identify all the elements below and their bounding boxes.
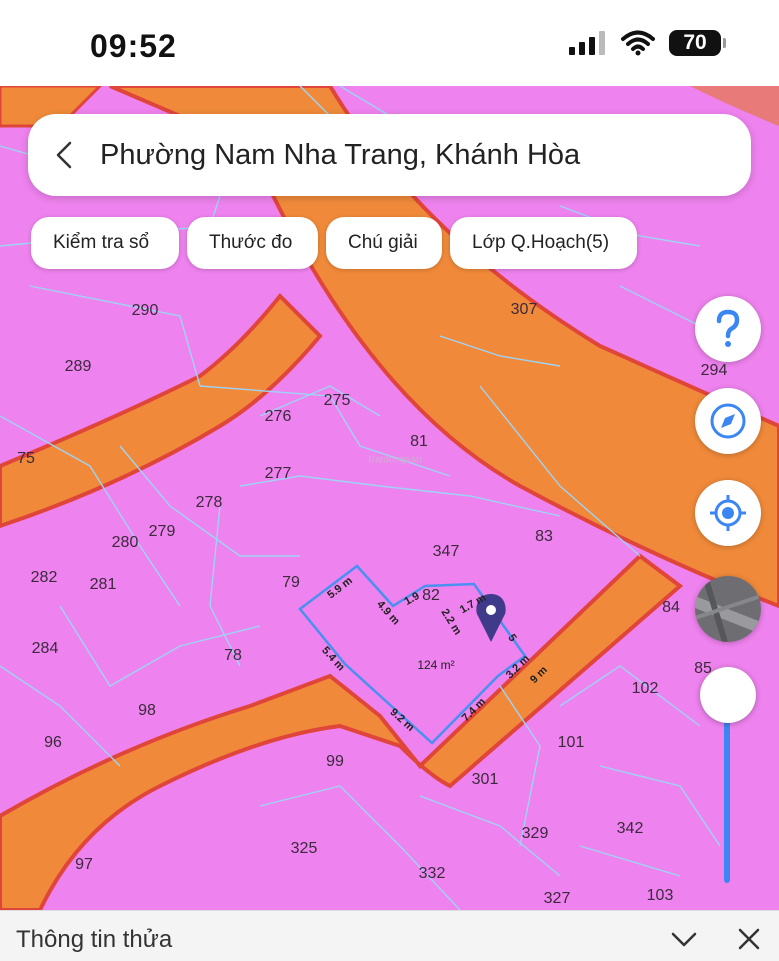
parcel-number: 342 [616, 820, 644, 837]
parcel-number: 102 [631, 680, 659, 697]
parcel-area: 124 m² [417, 658, 455, 672]
parcel-number: 325 [290, 840, 318, 857]
parcel-number: 332 [418, 865, 446, 882]
parcel-number: 84 [662, 599, 680, 616]
parcel-info-sheet[interactable]: Thông tin thửa [0, 910, 779, 961]
search-bar[interactable]: Phường Nam Nha Trang, Khánh Hòa [28, 114, 751, 196]
parcel-number: 290 [131, 302, 159, 319]
parcel-number: 278 [195, 494, 223, 511]
satellite-thumbnail-icon [695, 576, 761, 642]
parcel-number: 284 [31, 640, 59, 657]
location-title: Phường Nam Nha Trang, Khánh Hòa [100, 138, 581, 171]
status-bar: 09:52 70 [0, 0, 779, 86]
parcel-number: 101 [557, 734, 585, 751]
planning-layers-chip[interactable]: Lớp Q.Hoạch(5) [450, 217, 637, 269]
map-layer-toggle[interactable] [695, 576, 761, 642]
opacity-slider-handle[interactable] [700, 667, 756, 723]
wifi-icon [621, 30, 655, 56]
my-location-button[interactable] [695, 480, 761, 546]
toolbar-chips: Kiểm tra sổ Thước đo Chú giải Lớp Q.Hoạc… [31, 217, 637, 269]
check-title-chip[interactable]: Kiểm tra sổ [31, 217, 179, 269]
parcel-number: 276 [264, 408, 292, 425]
compass-button[interactable] [695, 388, 761, 454]
map-canvas[interactable]: Batdongsan 290 307 289 294 276 275 75 81… [0, 86, 779, 910]
status-time: 09:52 [90, 28, 177, 64]
help-button[interactable] [695, 296, 761, 362]
chevron-left-icon [56, 141, 72, 169]
chevron-down-icon [671, 932, 697, 947]
parcel-number: 301 [471, 771, 499, 788]
parcel-number: 78 [224, 647, 242, 664]
parcel-number: 281 [89, 576, 117, 593]
parcel-number: 98 [138, 702, 156, 719]
battery-indicator: 70 [669, 30, 726, 56]
map-layer [0, 86, 779, 910]
signal-icon [569, 31, 605, 55]
sheet-title: Thông tin thửa [16, 926, 173, 953]
collapse-button[interactable] [669, 924, 699, 954]
lower-road [0, 553, 684, 910]
parcel-number: 307 [510, 301, 538, 318]
compass-icon [710, 403, 746, 439]
parcel-number: 329 [521, 825, 549, 842]
parcel-number: 289 [64, 358, 92, 375]
parcel-number: 97 [75, 856, 93, 873]
status-icons: 70 [569, 30, 726, 56]
parcel-number: 103 [646, 887, 674, 904]
parcel-number: 96 [44, 734, 62, 751]
parcel-number: 83 [535, 528, 553, 545]
close-button[interactable] [734, 924, 764, 954]
parcel-number: 279 [148, 523, 176, 540]
close-icon [738, 928, 760, 950]
parcel-number: 347 [432, 543, 460, 560]
back-button[interactable] [28, 114, 100, 196]
parcel-number: 99 [326, 753, 344, 770]
measure-chip[interactable]: Thước đo [187, 217, 318, 269]
watermark: Batdongsan [368, 454, 422, 466]
parcel-number: 327 [543, 890, 571, 907]
legend-chip[interactable]: Chú giải [326, 217, 442, 269]
parcel-number: 81 [410, 433, 428, 450]
parcel-number: 277 [264, 465, 292, 482]
parcel-number: 282 [30, 569, 58, 586]
parcel-number: 280 [111, 534, 139, 551]
parcel-number: 294 [700, 362, 728, 379]
parcel-number: 275 [323, 392, 351, 409]
question-icon [716, 309, 740, 347]
crosshair-icon [710, 495, 746, 531]
parcel-number: 82 [422, 587, 440, 604]
parcel-number: 75 [17, 450, 35, 467]
parcel-number: 79 [282, 574, 300, 591]
